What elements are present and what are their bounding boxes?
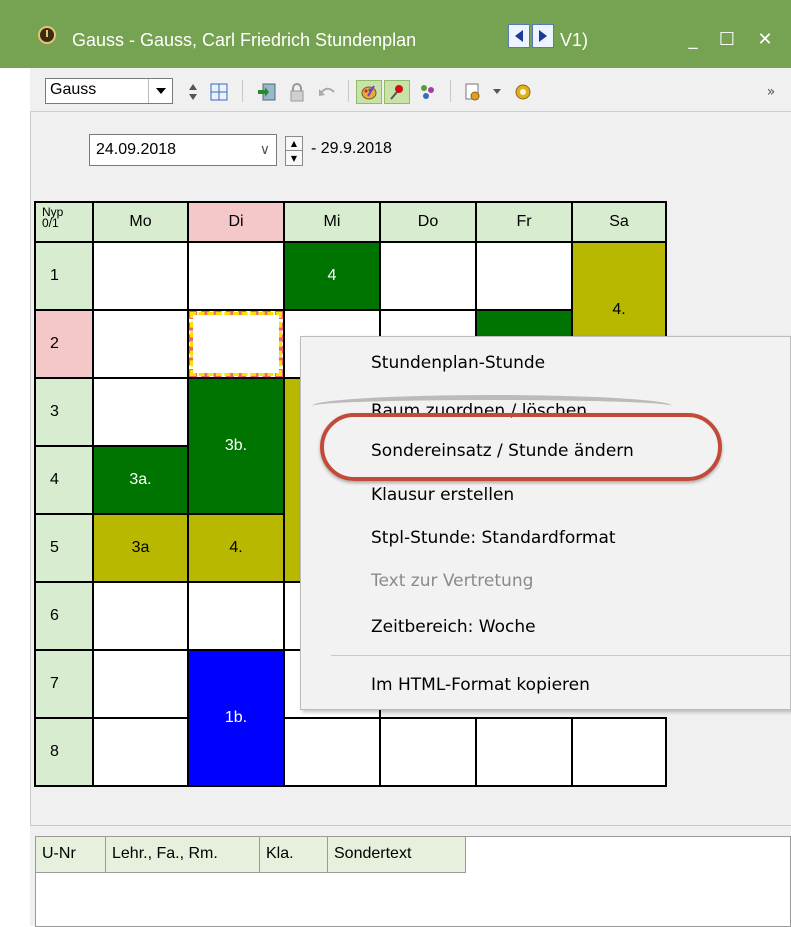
col-kla[interactable]: Kla. (260, 837, 328, 873)
spin-down-icon[interactable]: ▼ (286, 151, 302, 165)
toolbar: Gauss » (30, 68, 791, 112)
updown-icon[interactable] (180, 80, 206, 104)
plan-navigation (508, 24, 554, 48)
chevron-down-icon[interactable]: ∨ (260, 141, 270, 158)
lesson-di-7-8[interactable]: 1b. (187, 649, 285, 787)
slot-mo-2[interactable] (92, 309, 189, 379)
day-header-mi[interactable]: Mi (283, 201, 381, 243)
window-title-suffix: V1) (560, 30, 589, 50)
arrow-left-icon[interactable] (508, 24, 530, 48)
date-start-value: 24.09.2018 (96, 141, 177, 158)
window-title: Gauss - Gauss, Carl Friedrich Stundenpla… (72, 30, 417, 50)
slot-di-6[interactable] (187, 581, 285, 651)
arrow-right-icon[interactable] (532, 24, 554, 48)
slot-sa-8[interactable] (571, 717, 667, 787)
day-header-do[interactable]: Do (379, 201, 477, 243)
chevron-down-icon[interactable] (148, 79, 172, 103)
period-8[interactable]: 8 (34, 717, 94, 787)
grid-icon[interactable] (206, 80, 232, 104)
slot-mo-6[interactable] (92, 581, 189, 651)
slot-fr-8[interactable] (475, 717, 573, 787)
details-panel: U-Nr Lehr., Fa., Rm. Kla. Sondertext (30, 825, 791, 927)
slot-di-2-selected[interactable] (189, 311, 283, 377)
menu-item-text-zur-vertretung: Text zur Vertretung (371, 571, 534, 591)
title-bar: Gauss - Gauss, Carl Friedrich Stundenpla… (0, 0, 791, 68)
paint-icon[interactable] (356, 80, 382, 104)
date-start-field[interactable]: 24.09.2018 ∨ (89, 134, 277, 166)
period-6[interactable]: 6 (34, 581, 94, 651)
people-icon[interactable] (414, 80, 440, 104)
slot-mo-8[interactable] (92, 717, 189, 787)
period-5[interactable]: 5 (34, 513, 94, 583)
teacher-select-value: Gauss (50, 81, 97, 98)
minimize-button[interactable]: _ (678, 30, 708, 50)
details-table-header: U-Nr Lehr., Fa., Rm. Kla. Sondertext (36, 837, 466, 873)
day-header-fr[interactable]: Fr (475, 201, 573, 243)
col-u-nr[interactable]: U-Nr (36, 837, 106, 873)
spin-up-icon[interactable]: ▲ (286, 137, 302, 151)
date-spinner[interactable]: ▲ ▼ (285, 136, 303, 166)
clock-icon (38, 26, 56, 44)
col-sondertext[interactable]: Sondertext (328, 837, 466, 873)
slot-di-1[interactable] (187, 241, 285, 311)
period-7[interactable]: 7 (34, 649, 94, 719)
document-icon[interactable] (460, 80, 486, 104)
period-4[interactable]: 4 (34, 445, 94, 515)
menu-item-stundenplan-stunde[interactable]: Stundenplan-Stunde (371, 353, 545, 373)
slot-do-8[interactable] (379, 717, 477, 787)
period-3[interactable]: 3 (34, 377, 94, 447)
day-header-mo[interactable]: Mo (92, 201, 189, 243)
menu-item-klausur-erstellen[interactable]: Klausur erstellen (371, 485, 514, 505)
teacher-select[interactable]: Gauss (45, 78, 173, 104)
period-2[interactable]: 2 (34, 309, 94, 379)
menu-separator (331, 655, 790, 656)
highlight-annotation (320, 413, 722, 481)
slot-mo-7[interactable] (92, 649, 189, 719)
maximize-button[interactable]: ☐ (712, 30, 742, 50)
grid-corner: Nyp 0/1 (34, 201, 94, 243)
col-lehr-fa-rm[interactable]: Lehr., Fa., Rm. (106, 837, 260, 873)
chevron-down-icon[interactable] (484, 80, 510, 104)
import-icon[interactable] (254, 80, 280, 104)
lesson-di-5[interactable]: 4. (187, 513, 285, 583)
menu-item-standardformat[interactable]: Stpl-Stunde: Standardformat (371, 528, 616, 548)
toolbar-overflow[interactable]: » (758, 80, 784, 104)
day-header-sa[interactable]: Sa (571, 201, 667, 243)
menu-item-html-kopieren[interactable]: Im HTML-Format kopieren (371, 675, 590, 695)
gear-icon[interactable] (510, 80, 536, 104)
lesson-mi-1[interactable]: 4 (283, 241, 381, 311)
menu-item-zeitbereich[interactable]: Zeitbereich: Woche (371, 617, 536, 637)
slot-fr-1[interactable] (475, 241, 573, 311)
lesson-mo-5[interactable]: 3a (92, 513, 189, 583)
lesson-mo-4[interactable]: 3a. (92, 445, 189, 515)
pin-icon[interactable] (384, 80, 410, 104)
slot-do-1[interactable] (379, 241, 477, 311)
context-menu: Stundenplan-Stunde Raum zuordnen / lösch… (300, 336, 791, 710)
close-button[interactable]: ✕ (750, 30, 780, 50)
undo-icon[interactable] (314, 80, 340, 104)
details-table: U-Nr Lehr., Fa., Rm. Kla. Sondertext (35, 836, 791, 927)
lesson-di-3-4[interactable]: 3b. (187, 377, 285, 515)
lock-icon[interactable] (284, 80, 310, 104)
slot-mo-1[interactable] (92, 241, 189, 311)
day-header-di[interactable]: Di (187, 201, 285, 243)
period-1[interactable]: 1 (34, 241, 94, 311)
slot-mi-8[interactable] (283, 717, 381, 787)
date-end-text: - 29.9.2018 (311, 140, 392, 157)
slot-mo-3[interactable] (92, 377, 189, 447)
